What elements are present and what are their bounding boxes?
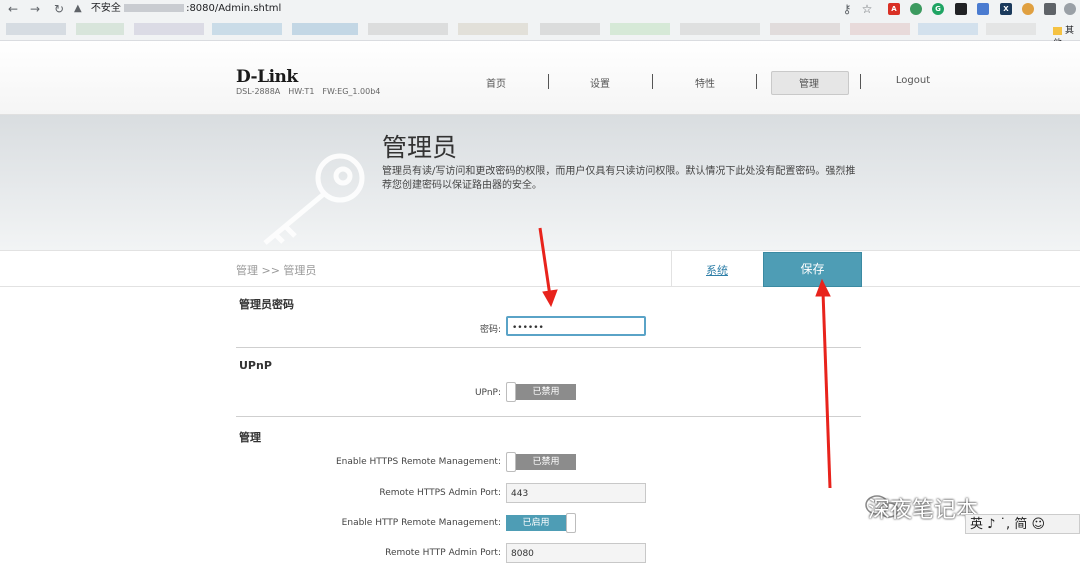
extension-g-icon[interactable]: G xyxy=(932,3,944,15)
folder-icon xyxy=(1053,26,1062,35)
bookmark-item[interactable] xyxy=(368,23,448,35)
http-remote-state: 已启用 xyxy=(506,515,566,531)
bookmark-item[interactable] xyxy=(680,23,760,35)
bookmark-item[interactable] xyxy=(134,23,204,35)
router-header: D-Link DSL-2888A HW:T1 FW:EG_1.00b4 首页 设置 … xyxy=(0,41,1080,115)
address-bar[interactable]: ▲ 不安全 :8080/Admin.shtml xyxy=(74,1,834,17)
bookmark-item[interactable] xyxy=(540,23,600,35)
http-remote-label: Enable HTTP Remote Management: xyxy=(341,518,501,528)
menu-logout[interactable]: Logout xyxy=(863,75,963,86)
bookmark-item[interactable] xyxy=(610,23,670,35)
section-management: 管理 xyxy=(239,431,261,444)
menu-divider xyxy=(548,74,549,89)
bookmark-item[interactable] xyxy=(292,23,358,35)
forward-icon[interactable]: → xyxy=(26,0,44,18)
menu-home[interactable]: 首页 xyxy=(446,75,546,90)
bookmark-item[interactable] xyxy=(458,23,528,35)
https-port-input[interactable]: 443 xyxy=(506,483,646,503)
menu-management[interactable]: 管理 xyxy=(759,75,859,90)
menu-features[interactable]: 特性 xyxy=(655,75,755,90)
arrow-head xyxy=(542,289,558,308)
bookmark-item[interactable] xyxy=(986,23,1036,35)
upnp-label: UPnP: xyxy=(474,388,501,398)
toggle-knob xyxy=(506,382,516,402)
breadcrumb: 管理 >> 管理员 xyxy=(236,264,317,277)
hw-version: HW:T1 xyxy=(288,87,315,96)
https-remote-label: Enable HTTPS Remote Management: xyxy=(335,457,501,467)
profile-icon[interactable] xyxy=(1064,3,1076,15)
section-upnp: UPnP xyxy=(239,359,272,372)
http-remote-toggle[interactable]: 已启用 xyxy=(506,513,576,533)
model-name: DSL-2888A xyxy=(236,87,281,96)
adblock-extension-icon[interactable]: A xyxy=(888,3,900,15)
https-remote-toggle[interactable]: 已禁用 xyxy=(506,452,576,472)
watermark-text: 深夜笔记本 xyxy=(868,498,979,523)
reload-icon[interactable]: ↻ xyxy=(50,0,68,18)
extension-x-icon[interactable]: X xyxy=(1000,3,1012,15)
menu-divider xyxy=(756,74,757,89)
toggle-knob xyxy=(506,452,516,472)
security-label: 不安全 xyxy=(90,3,121,14)
section-admin-password: 管理员密码 xyxy=(239,298,294,311)
warning-icon: ▲ xyxy=(74,3,82,14)
http-port-label: Remote HTTP Admin Port: xyxy=(385,548,501,558)
ime-toolbar[interactable]: 英 ♪ ˙, 简 ☺ xyxy=(965,514,1080,534)
fw-version: FW:EG_1.00b4 xyxy=(322,87,381,96)
save-button[interactable]: 保存 xyxy=(763,252,862,287)
title-banner: 管理员 管理员有读/写访问和更改密码的权限，而用户仅具有只读访问权限。默认情况下… xyxy=(0,115,1080,250)
browser-toolbar: ← → ↻ ▲ 不安全 :8080/Admin.shtml ⚷ ☆ A G X xyxy=(0,0,1080,18)
bookmarks-bar xyxy=(0,18,1080,41)
arrow-to-save xyxy=(821,291,832,489)
menu-divider xyxy=(652,74,653,89)
star-icon[interactable]: ☆ xyxy=(858,0,876,18)
extension-cookie-icon[interactable] xyxy=(1022,3,1034,15)
back-icon[interactable]: ← xyxy=(4,0,22,18)
bookmark-item[interactable] xyxy=(918,23,978,35)
breadcrumb-bar: 管理 >> 管理员 系统 保存 xyxy=(0,250,1080,287)
section-divider xyxy=(236,347,861,348)
http-port-input[interactable]: 8080 xyxy=(506,543,646,563)
bookmark-item[interactable] xyxy=(770,23,840,35)
bookmark-item[interactable] xyxy=(850,23,910,35)
page-title: 管理员 xyxy=(382,133,458,162)
extension-globe-icon[interactable] xyxy=(910,3,922,15)
key-icon xyxy=(263,153,365,245)
menu-divider xyxy=(860,74,861,89)
password-label: 密码: xyxy=(479,325,501,335)
puzzle-icon[interactable] xyxy=(1044,3,1056,15)
toggle-knob xyxy=(566,513,576,533)
key-icon[interactable]: ⚷ xyxy=(838,0,856,18)
redacted-host xyxy=(124,4,185,12)
upnp-toggle[interactable]: 已禁用 xyxy=(506,382,576,402)
bookmark-item[interactable] xyxy=(76,23,124,35)
extension-blue-icon[interactable] xyxy=(977,3,989,15)
menu-settings[interactable]: 设置 xyxy=(550,75,650,90)
password-input[interactable]: •••••• xyxy=(506,316,646,336)
bookmark-item[interactable] xyxy=(212,23,282,35)
upnp-toggle-state: 已禁用 xyxy=(516,384,576,400)
extension-dark-icon[interactable] xyxy=(955,3,967,15)
system-link[interactable]: 系统 xyxy=(706,262,728,278)
bookmark-item[interactable] xyxy=(6,23,66,35)
page-description: 管理员有读/写访问和更改密码的权限，而用户仅具有只读访问权限。默认情况下此处没有… xyxy=(382,166,856,191)
section-divider xyxy=(236,416,861,417)
https-remote-state: 已禁用 xyxy=(516,454,576,470)
dlink-logo: D-Link xyxy=(236,67,298,87)
https-port-label: Remote HTTPS Admin Port: xyxy=(379,488,501,498)
model-info: DSL-2888A HW:T1 FW:EG_1.00b4 xyxy=(236,87,388,96)
url-text: :8080/Admin.shtml xyxy=(186,3,282,14)
